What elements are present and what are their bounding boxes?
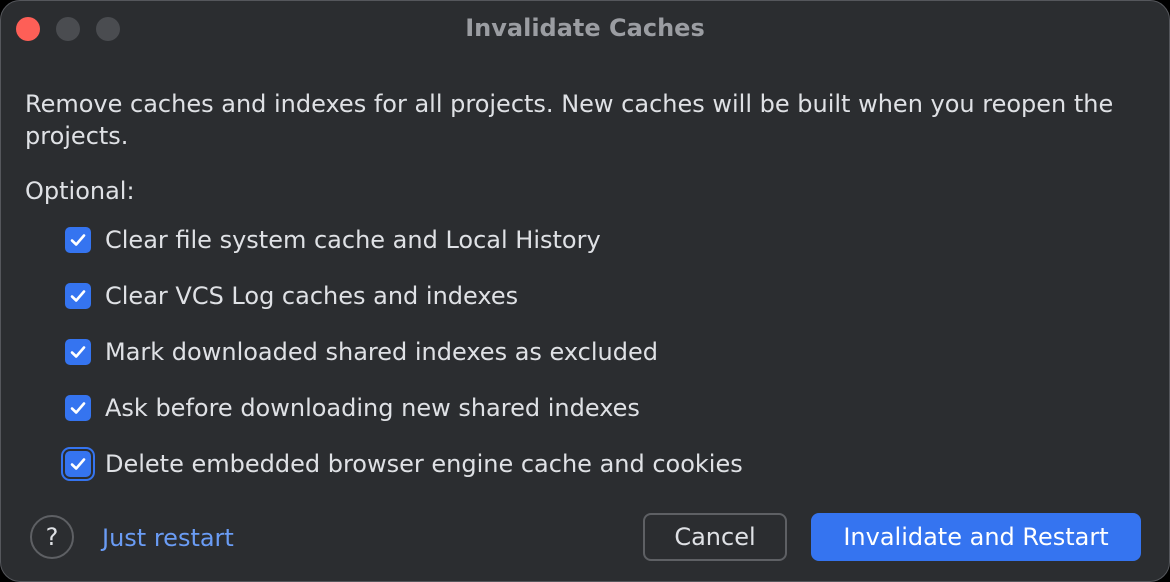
checkbox-checked-icon[interactable] bbox=[65, 283, 91, 309]
option-label: Ask before downloading new shared indexe… bbox=[105, 394, 640, 422]
checkbox-checked-icon[interactable] bbox=[65, 395, 91, 421]
invalidate-caches-dialog: Invalidate Caches Remove caches and inde… bbox=[0, 0, 1170, 582]
optional-label: Optional: bbox=[25, 177, 135, 205]
option-clear-vcs-log-caches[interactable]: Clear VCS Log caches and indexes bbox=[65, 280, 518, 312]
option-clear-file-system-cache[interactable]: Clear file system cache and Local Histor… bbox=[65, 224, 601, 256]
option-mark-shared-indexes-excluded[interactable]: Mark downloaded shared indexes as exclud… bbox=[65, 336, 658, 368]
option-label: Clear file system cache and Local Histor… bbox=[105, 226, 601, 254]
option-label: Mark downloaded shared indexes as exclud… bbox=[105, 338, 658, 366]
option-delete-browser-engine-cache[interactable]: Delete embedded browser engine cache and… bbox=[65, 448, 743, 480]
option-label: Clear VCS Log caches and indexes bbox=[105, 282, 519, 310]
option-label: Delete embedded browser engine cache and… bbox=[105, 450, 743, 478]
option-ask-before-downloading[interactable]: Ask before downloading new shared indexe… bbox=[65, 392, 640, 424]
dialog-description: Remove caches and indexes for all projec… bbox=[25, 90, 1114, 150]
checkbox-checked-icon[interactable] bbox=[65, 227, 91, 253]
cancel-button[interactable]: Cancel bbox=[643, 513, 787, 561]
help-button[interactable]: ? bbox=[30, 515, 74, 559]
window-title: Invalidate Caches bbox=[465, 14, 705, 42]
checkbox-checked-icon[interactable] bbox=[65, 339, 91, 365]
checkbox-checked-icon[interactable] bbox=[65, 451, 91, 477]
question-mark-icon: ? bbox=[45, 523, 59, 551]
invalidate-and-restart-button[interactable]: Invalidate and Restart bbox=[811, 513, 1141, 561]
just-restart-link[interactable]: Just restart bbox=[102, 522, 234, 554]
title-bar: Invalidate Caches bbox=[1, 1, 1169, 57]
